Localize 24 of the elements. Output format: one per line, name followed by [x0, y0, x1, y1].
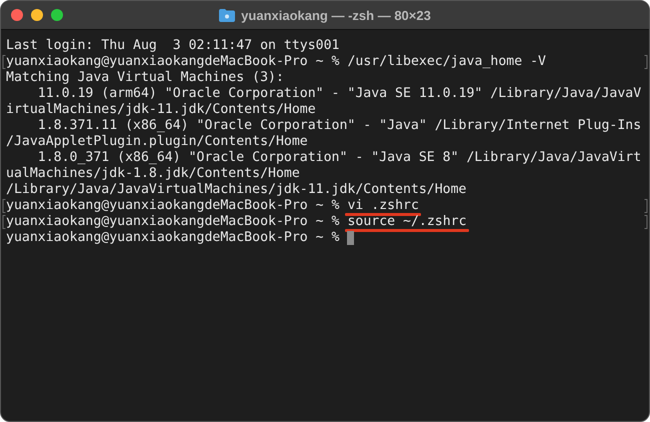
minimize-icon[interactable] [31, 9, 43, 21]
mark-icon [644, 55, 648, 69]
zoom-icon[interactable] [51, 9, 63, 21]
output-text: ualMachines/jdk-1.8.jdk/Contents/Home [6, 166, 300, 182]
shell-prompt: yuanxiaokang@yuanxiaokangdeMacBook-Pro ~ % [6, 214, 340, 230]
mark-icon [644, 199, 648, 213]
output-text: Matching Java Virtual Machines (3): [6, 70, 284, 86]
output-text: /Library/Java/JavaVirtualMachines/jdk-11.jdk/Contents/Home [6, 182, 466, 198]
command-text: /usr/libexec/java_home -V [347, 54, 546, 69]
output-text: 1.8.371.11 (x86_64) "Oracle Corporation" - "Java" /Library/Internet Plug-Ins [36, 118, 642, 134]
folder-icon [219, 8, 236, 22]
output-text: Last login: Thu Aug 3 02:11:47 on ttys001 [6, 38, 340, 54]
output-text: /JavaAppletPlugin.plugin/Contents/Home [6, 134, 308, 150]
output-text: 1.8.0_371 (x86_64) "Oracle Corporation" - "Java SE 8" /Library/Java/JavaVirt [36, 150, 642, 166]
close-icon[interactable] [11, 9, 23, 21]
command-text: vi .zshrc [347, 198, 419, 213]
shell-prompt: yuanxiaokang@yuanxiaokangdeMacBook-Pro ~ % [6, 54, 340, 70]
shell-prompt: yuanxiaokang@yuanxiaokangdeMacBook-Pro ~ % [6, 230, 340, 246]
output-text: irtualMachines/jdk-11.jdk/Contents/Home [6, 102, 316, 118]
window-title: yuanxiaokang — -zsh — 80×23 [241, 8, 431, 22]
output-text: 11.0.19 (arm64) "Oracle Corporation" - "Java SE 11.0.19" /Library/Java/JavaV [36, 86, 642, 102]
command-text: source ~/.zshrc [347, 214, 467, 229]
mark-icon [644, 215, 648, 229]
shell-prompt: yuanxiaokang@yuanxiaokangdeMacBook-Pro ~ % [6, 198, 340, 214]
